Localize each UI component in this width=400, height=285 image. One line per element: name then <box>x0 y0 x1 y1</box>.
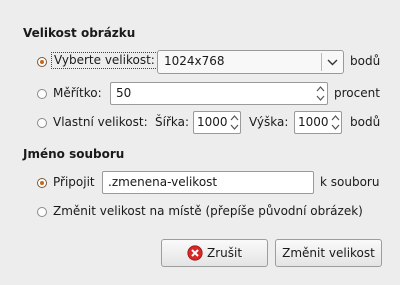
scale-spin-buttons[interactable] <box>314 83 327 104</box>
preset-size-label[interactable]: Vyberte velikost: <box>51 52 158 69</box>
width-spin-buttons[interactable] <box>229 112 240 133</box>
append-label[interactable]: Připojit <box>53 175 95 189</box>
spin-arrows-icon <box>331 115 340 130</box>
scale-radio[interactable] <box>37 89 47 99</box>
custom-size-unit: bodů <box>350 115 381 129</box>
resize-in-place-radio[interactable] <box>37 207 47 217</box>
cancel-button[interactable]: Zrušit <box>161 239 268 267</box>
suffix-value: .zmenena-velikost <box>108 175 218 189</box>
width-spinbox[interactable]: 1000 <box>193 111 241 134</box>
append-suffix-label: k souboru <box>320 175 380 189</box>
scale-spinbox[interactable]: 50 <box>110 82 328 105</box>
append-radio[interactable] <box>37 178 47 188</box>
resize-button-label: Změnit velikost <box>282 246 375 260</box>
spin-arrows-icon <box>316 86 325 101</box>
preset-size-dropdown[interactable]: 1024x768 <box>157 50 344 74</box>
height-spinbox[interactable]: 1000 <box>294 111 342 134</box>
spin-arrows-icon <box>230 115 239 130</box>
scale-unit: procent <box>334 86 380 100</box>
scale-value: 50 <box>116 86 132 100</box>
height-value: 1000 <box>298 115 329 129</box>
scale-label[interactable]: Měřítko: <box>53 86 102 100</box>
suffix-input[interactable]: .zmenena-velikost <box>102 171 314 194</box>
height-label: Výška: <box>249 115 289 129</box>
preset-size-unit: bodů <box>350 54 381 68</box>
cancel-button-label: Zrušit <box>206 246 243 260</box>
custom-size-label[interactable]: Vlastní velikost: <box>53 115 148 129</box>
preset-size-radio[interactable] <box>37 57 47 67</box>
chevron-down-icon <box>327 59 338 66</box>
custom-size-radio[interactable] <box>37 118 47 128</box>
width-value: 1000 <box>197 115 228 129</box>
cancel-icon <box>187 245 203 261</box>
image-size-heading: Velikost obrázku <box>23 26 136 40</box>
width-label: Šířka: <box>155 115 190 129</box>
preset-size-value: 1024x768 <box>164 54 225 68</box>
resize-button[interactable]: Změnit velikost <box>275 239 382 267</box>
height-spin-buttons[interactable] <box>330 112 341 133</box>
resize-in-place-label[interactable]: Změnit velikost na místě (přepíše původn… <box>53 204 363 218</box>
filename-heading: Jméno souboru <box>23 147 125 161</box>
